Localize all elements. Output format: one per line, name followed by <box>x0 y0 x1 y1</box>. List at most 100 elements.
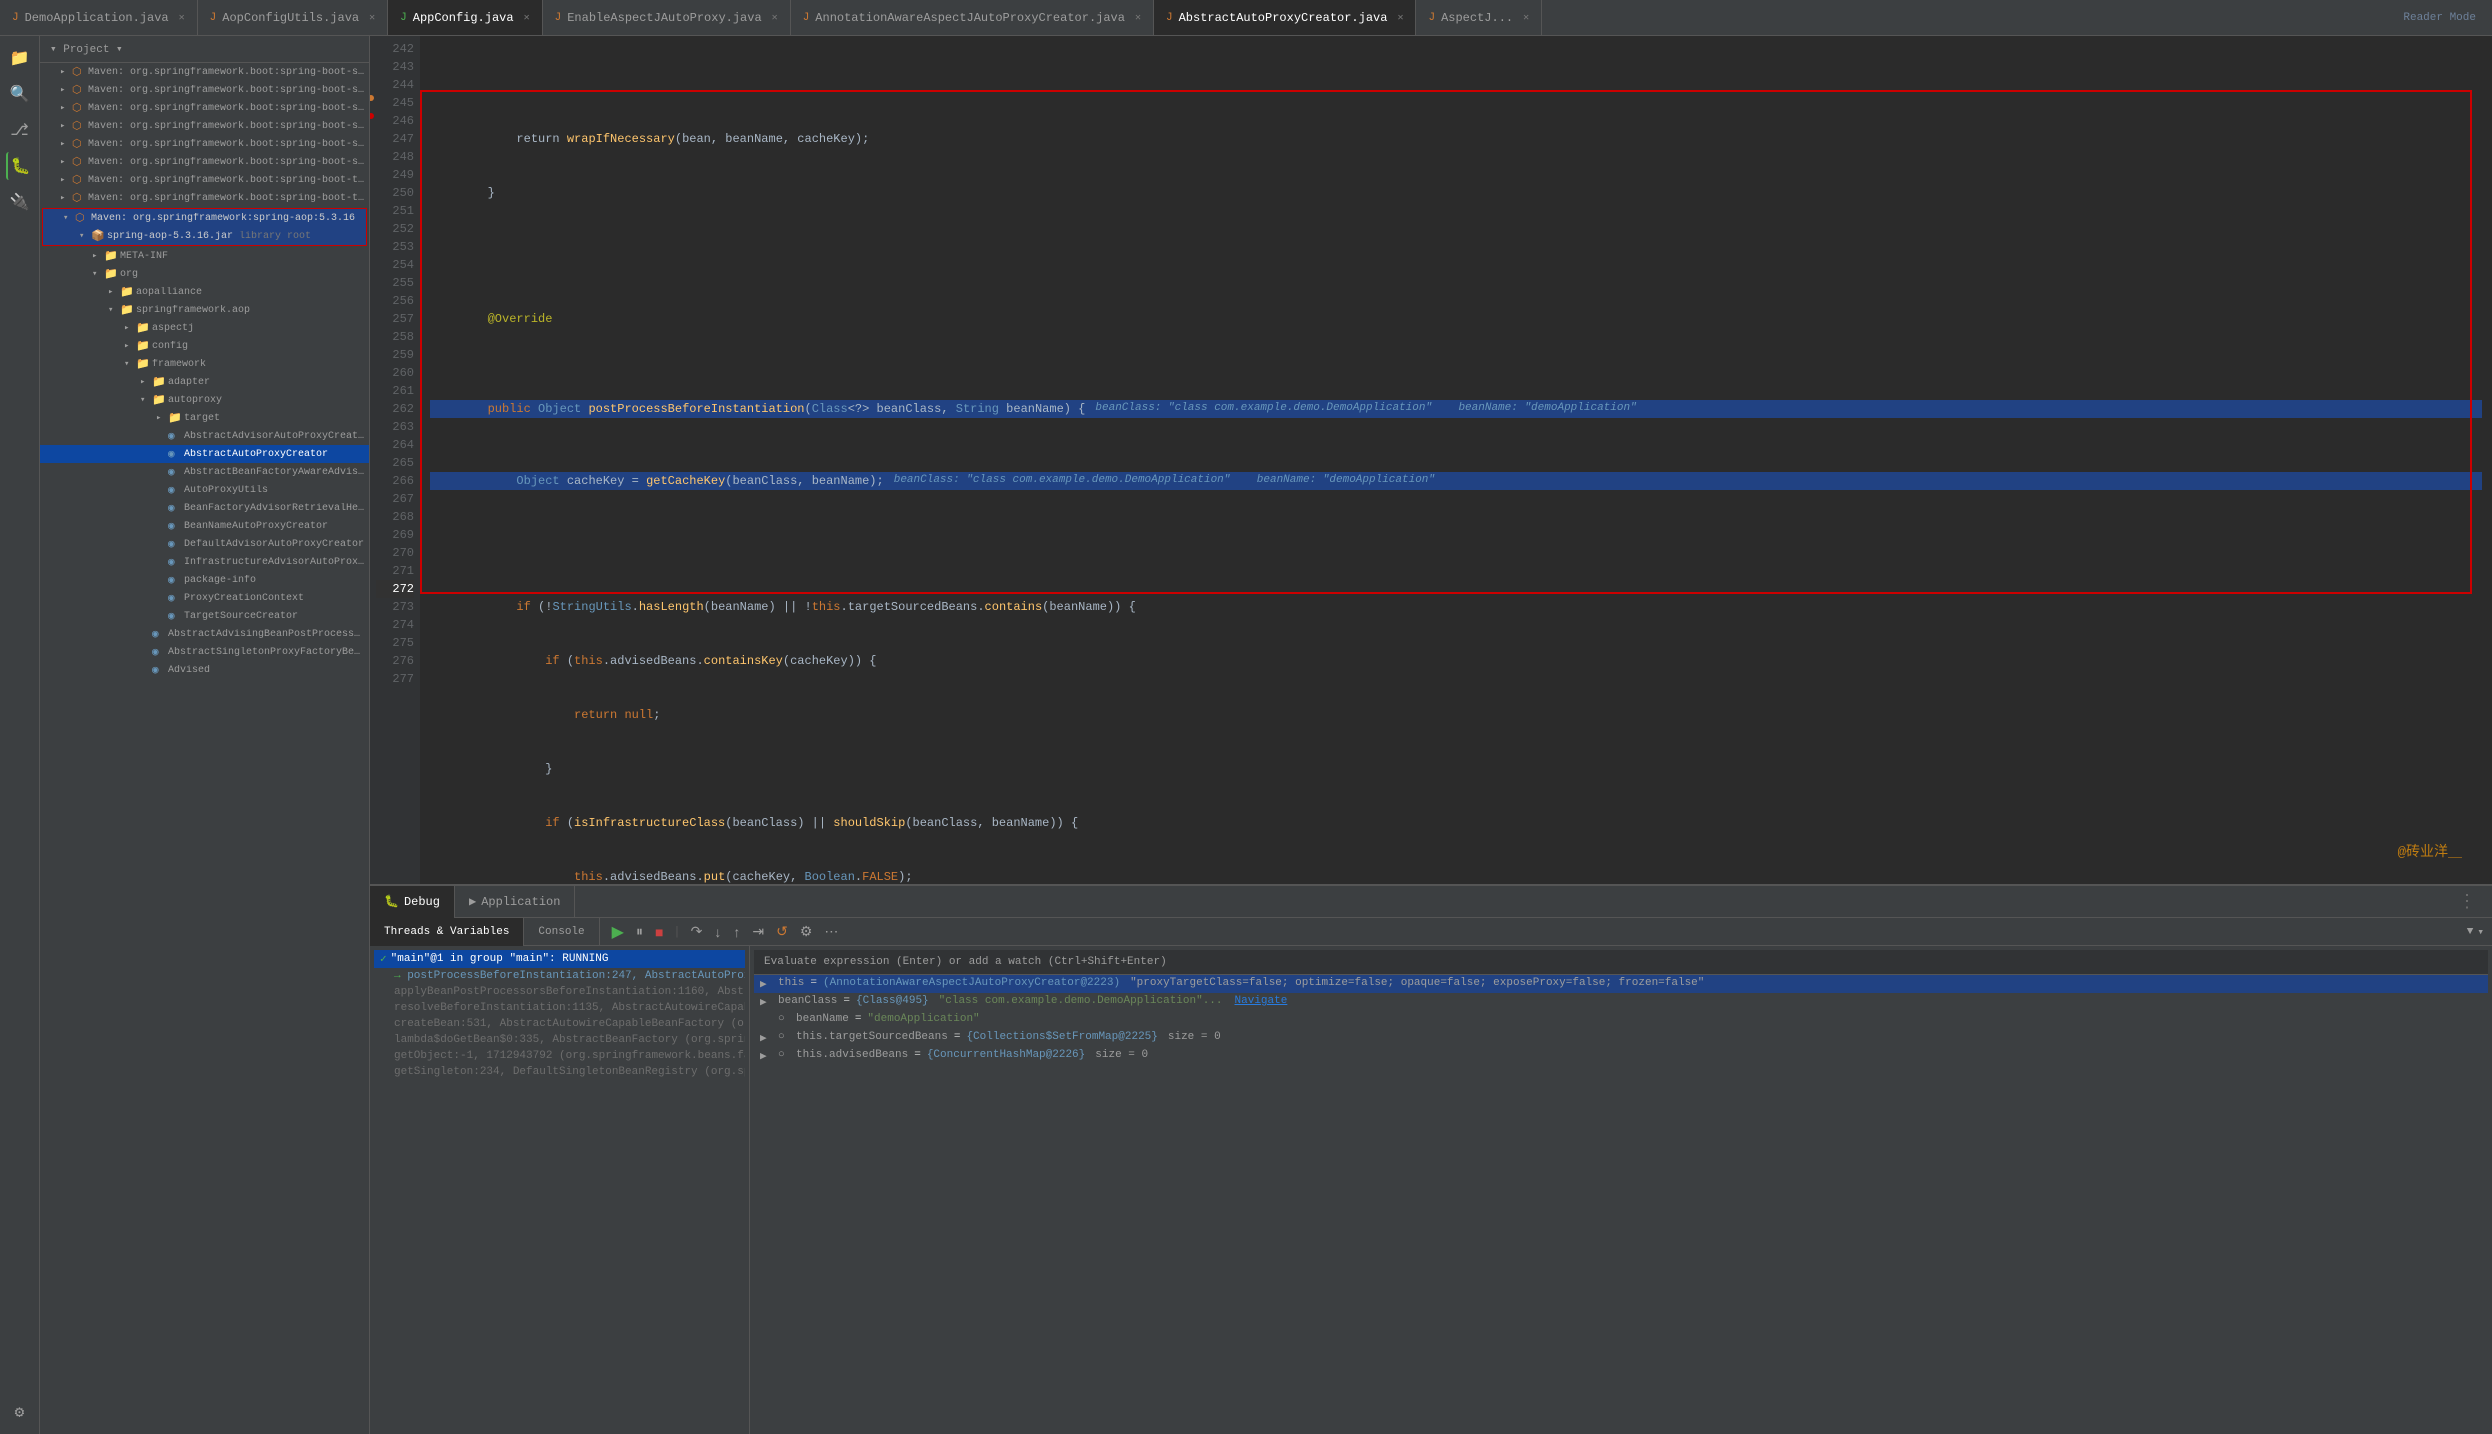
stack-frame-7[interactable]: getSingleton:234, DefaultSingletonBeanRe… <box>374 1064 745 1080</box>
tree-maven-5[interactable]: ▸ ⬡ Maven: org.springframework.boot:spri… <box>40 135 369 153</box>
folder-icon[interactable]: 📁 <box>6 44 34 72</box>
tab-abstract-auto-proxy[interactable]: J AbstractAutoProxyCreator.java ✕ <box>1154 0 1416 36</box>
tree-target-source-creator[interactable]: ▸ ◉ TargetSourceCreator <box>40 607 369 625</box>
search-icon[interactable]: 🔍 <box>6 80 34 108</box>
more-options-icon[interactable]: ⋮ <box>2458 891 2476 913</box>
tab-threads-variables[interactable]: Threads & Variables <box>370 918 524 946</box>
debug-icon[interactable]: 🐛 <box>6 152 34 180</box>
tree-autoproxy[interactable]: ▾ 📁 autoproxy <box>40 391 369 409</box>
tab-app-config[interactable]: J AppConfig.java ✕ <box>388 0 542 36</box>
tab-aspectj[interactable]: J AspectJ... ✕ <box>1416 0 1542 36</box>
java-icon: J <box>400 12 407 24</box>
expand-icon[interactable]: ▶ <box>760 1049 772 1063</box>
arrow-icon: → <box>394 970 407 982</box>
console-label: Console <box>538 926 584 938</box>
tree-bean-name-auto[interactable]: ▸ ◉ BeanNameAutoProxyCreator <box>40 517 369 535</box>
var-this[interactable]: ▶ this = (AnnotationAwareAspectJAutoProx… <box>754 975 2488 993</box>
step-over-button[interactable]: ↷ <box>687 921 707 942</box>
step-into-button[interactable]: ↓ <box>710 922 725 942</box>
tree-package-info[interactable]: ▸ ◉ package-info <box>40 571 369 589</box>
var-bean-class[interactable]: ▶ beanClass = {Class@495} "class com.exa… <box>754 993 2488 1011</box>
tree-springframework-aop[interactable]: ▾ 📁 springframework.aop <box>40 301 369 319</box>
code-content[interactable]: return wrapIfNecessary(bean, beanName, c… <box>420 36 2492 884</box>
tab-label: DemoApplication.java <box>25 11 169 25</box>
tree-bean-factory-advisor[interactable]: ▸ ◉ BeanFactoryAdvisorRetrievalHelper <box>40 499 369 517</box>
tree-proxy-creation[interactable]: ▸ ◉ ProxyCreationContext <box>40 589 369 607</box>
tab-console[interactable]: Console <box>524 918 599 946</box>
tab-annotation-aware[interactable]: J AnnotationAwareAspectJAutoProxyCreator… <box>791 0 1154 36</box>
tree-abstract-auto-proxy[interactable]: ▸ ◉ AbstractAutoProxyCreator <box>40 445 369 463</box>
var-target-sourced-beans[interactable]: ▶ ○ this.targetSourcedBeans = {Collectio… <box>754 1029 2488 1047</box>
close-icon[interactable]: ✕ <box>772 12 778 24</box>
eval-bar[interactable]: Evaluate expression (Enter) or add a wat… <box>754 950 2488 975</box>
tree-aopalliance[interactable]: ▸ 📁 aopalliance <box>40 283 369 301</box>
step-out-button[interactable]: ↑ <box>729 922 744 942</box>
tab-label: AspectJ... <box>1441 11 1513 25</box>
resume-button[interactable]: ▶ <box>608 920 628 944</box>
filter-dropdown[interactable]: ▾ <box>2477 925 2484 939</box>
thread-main[interactable]: ✓ "main"@1 in group "main": RUNNING <box>374 950 745 968</box>
tab-demo-application[interactable]: J DemoApplication.java ✕ <box>0 0 198 36</box>
close-icon[interactable]: ✕ <box>1135 12 1141 24</box>
tree-abstract-singleton[interactable]: ▸ ◉ AbstractSingletonProxyFactoryBean <box>40 643 369 661</box>
tree-maven-2[interactable]: ▸ ⬡ Maven: org.springframework.boot:spri… <box>40 81 369 99</box>
var-bean-name[interactable]: ▶ ○ beanName = "demoApplication" <box>754 1011 2488 1029</box>
tree-abstract-bean-factory[interactable]: ▸ ◉ AbstractBeanFactoryAwareAdvising <box>40 463 369 481</box>
application-tab-label: Application <box>481 895 560 909</box>
var-advised-beans[interactable]: ▶ ○ this.advisedBeans = {ConcurrentHashM… <box>754 1047 2488 1065</box>
extensions-icon[interactable]: 🔌 <box>6 188 34 216</box>
close-icon[interactable]: ✕ <box>1523 12 1529 24</box>
stack-frame-5[interactable]: lambda$doGetBean$0:335, AbstractBeanFact… <box>374 1032 745 1048</box>
tree-advised[interactable]: ▸ ◉ Advised <box>40 661 369 679</box>
tree-org[interactable]: ▾ 📁 org <box>40 265 369 283</box>
tree-abstract-advising[interactable]: ▸ ◉ AbstractAdvisingBeanPostProcessor <box>40 625 369 643</box>
close-icon[interactable]: ✕ <box>1397 12 1403 24</box>
tab-enable-aspect[interactable]: J EnableAspectJAutoProxy.java ✕ <box>543 0 791 36</box>
tree-default-advisor[interactable]: ▸ ◉ DefaultAdvisorAutoProxyCreator <box>40 535 369 553</box>
stack-frame-2[interactable]: applyBeanPostProcessorsBeforeInstantiati… <box>374 984 745 1000</box>
tree-adapter[interactable]: ▸ 📁 adapter <box>40 373 369 391</box>
tree-maven-1[interactable]: ▸ ⬡ Maven: org.springframework.boot:spri… <box>40 63 369 81</box>
tree-config[interactable]: ▸ 📁 config <box>40 337 369 355</box>
tree-framework[interactable]: ▾ 📁 framework <box>40 355 369 373</box>
tree-meta-inf[interactable]: ▸ 📁 META-INF <box>40 247 369 265</box>
reset-button[interactable]: ↺ <box>772 921 792 942</box>
stack-frame-6[interactable]: getObject:-1, 1712943792 (org.springfram… <box>374 1048 745 1064</box>
pause-button[interactable]: ⏸ <box>632 921 647 942</box>
tree-maven-test[interactable]: ▸ ⬡ Maven: org.springframework.boot:spri… <box>40 171 369 189</box>
close-icon[interactable]: ✕ <box>524 12 530 24</box>
stack-frame-3[interactable]: resolveBeforeInstantiation:1135, Abstrac… <box>374 1000 745 1016</box>
run-to-cursor-button[interactable]: ⇥ <box>748 921 768 942</box>
navigate-link[interactable]: Navigate <box>1235 995 1288 1007</box>
red-outline-container: ▾ ⬡ Maven: org.springframework:spring-ao… <box>42 208 367 246</box>
tree-target[interactable]: ▸ 📁 target <box>40 409 369 427</box>
close-icon[interactable]: ✕ <box>179 12 185 24</box>
tab-aop-config-utils[interactable]: J AopConfigUtils.java ✕ <box>198 0 388 36</box>
tree-infrastructure-advisor[interactable]: ▸ ◉ InfrastructureAdvisorAutoProxyCrea <box>40 553 369 571</box>
tree-maven-4[interactable]: ▸ ⬡ Maven: org.springframework.boot:spri… <box>40 117 369 135</box>
close-icon[interactable]: ✕ <box>369 12 375 24</box>
expand-icon[interactable]: ▶ <box>760 995 772 1009</box>
git-icon[interactable]: ⎇ <box>6 116 34 144</box>
tree-jar-aop[interactable]: ▾ 📦 spring-aop-5.3.16.jar library root <box>43 227 366 245</box>
stack-frame-1[interactable]: → postProcessBeforeInstantiation:247, Ab… <box>374 968 745 984</box>
settings-icon[interactable]: ⚙ <box>6 1398 34 1426</box>
more-button[interactable]: ⋯ <box>820 921 842 942</box>
tree-maven-3[interactable]: ▸ ⬡ Maven: org.springframework.boot:spri… <box>40 99 369 117</box>
tree-maven-aop[interactable]: ▾ ⬡ Maven: org.springframework:spring-ao… <box>43 209 366 227</box>
activity-bar: 📁 🔍 ⎇ 🐛 🔌 ⚙ <box>0 36 40 1434</box>
tree-maven-6[interactable]: ▸ ⬡ Maven: org.springframework.boot:spri… <box>40 153 369 171</box>
stack-frame-4[interactable]: createBean:531, AbstractAutowireCapableB… <box>374 1016 745 1032</box>
tree-auto-proxy-utils[interactable]: ▸ ◉ AutoProxyUtils <box>40 481 369 499</box>
stop-button[interactable]: ■ <box>651 922 667 942</box>
expand-icon[interactable]: ▶ <box>760 977 772 991</box>
tab-label: AppConfig.java <box>413 11 514 25</box>
tree-abstract-advisor[interactable]: ▸ ◉ AbstractAdvisorAutoProxyCreator <box>40 427 369 445</box>
tree-aspectj[interactable]: ▸ 📁 aspectj <box>40 319 369 337</box>
settings-button[interactable]: ⚙ <box>796 921 817 942</box>
app-icon: ▶ <box>469 894 476 909</box>
expand-icon[interactable]: ▶ <box>760 1031 772 1045</box>
tree-maven-test-au[interactable]: ▸ ⬡ Maven: org.springframework.boot:spri… <box>40 189 369 207</box>
tab-application[interactable]: ▶ Application <box>455 886 575 918</box>
tab-debug[interactable]: 🐛 Debug <box>370 886 455 918</box>
